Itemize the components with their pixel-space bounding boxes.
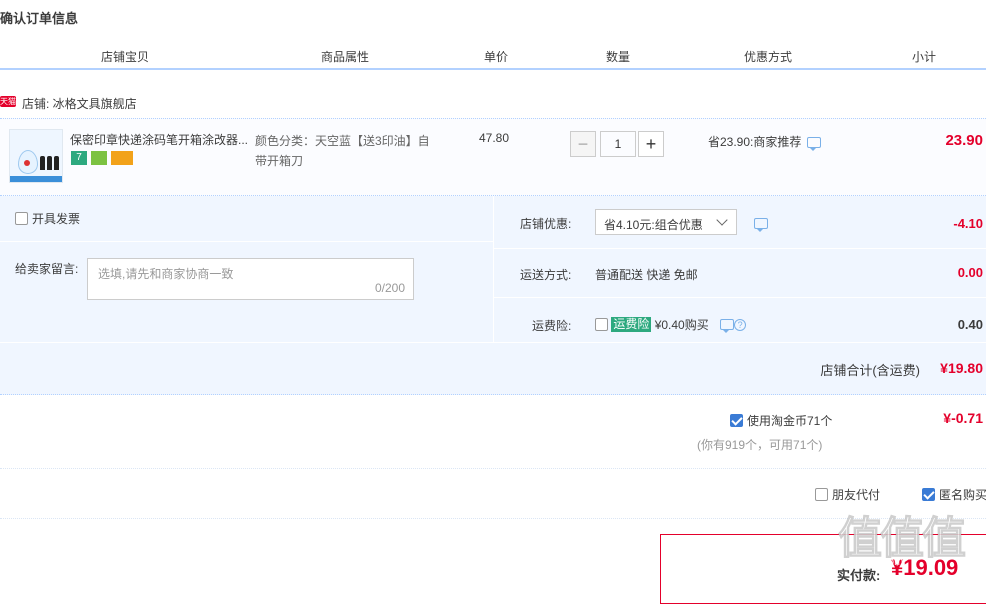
col-subtotal: 小计 bbox=[911, 50, 936, 64]
invoice-checkbox[interactable] bbox=[15, 212, 28, 225]
item-subtotal: 23.90 bbox=[945, 132, 983, 149]
order-item-row: 保密印章快递涂码笔开箱涂改器... 7 颜色分类：天空蓝【送3印油】自 带开箱刀… bbox=[0, 118, 986, 196]
taojinbi-value: ¥-0.71 bbox=[943, 410, 983, 426]
anonymous-checkbox[interactable] bbox=[922, 488, 935, 501]
attribute-line: 颜色分类：天空蓝【送3印油】自 bbox=[255, 134, 430, 148]
taojinbi-note: (你有919个，可用71个) bbox=[697, 438, 823, 452]
chat-bubble-icon[interactable] bbox=[807, 137, 822, 152]
divider bbox=[0, 468, 986, 470]
payment-label: 实付款: bbox=[837, 568, 881, 583]
tmall-badge-icon: 天猫 bbox=[0, 96, 16, 107]
friend-pay-label: 朋友代付 bbox=[832, 488, 881, 502]
column-header-row: 店铺宝贝 商品属性 单价 数量 优惠方式 小计 bbox=[0, 44, 986, 70]
insurance-price: ¥0.40购买 bbox=[654, 318, 709, 332]
shop-discount-value: -4.10 bbox=[953, 216, 983, 231]
promo-text: 省23.90:商家推荐 bbox=[708, 135, 802, 149]
col-attributes: 商品属性 bbox=[320, 50, 369, 64]
chat-bubble-icon[interactable] bbox=[754, 218, 768, 232]
friend-pay-checkbox[interactable] bbox=[815, 488, 828, 501]
help-icon[interactable]: ? bbox=[734, 318, 747, 331]
insurance-label: 运费险: bbox=[532, 319, 572, 333]
col-quantity: 数量 bbox=[605, 50, 630, 64]
col-discount: 优惠方式 bbox=[743, 50, 792, 64]
seller-memo-textarea[interactable]: 选填,请先和商家协商一致 0/200 bbox=[87, 258, 414, 300]
chat-bubble-icon[interactable] bbox=[720, 319, 735, 333]
memo-label: 给卖家留言: bbox=[15, 262, 79, 276]
memo-placeholder: 选填,请先和商家协商一致 bbox=[98, 267, 234, 281]
order-options-panel: 开具发票 给卖家留言: 选填,请先和商家协商一致 0/200 店铺优惠: 省4.… bbox=[0, 196, 986, 395]
shipping-label: 运送方式: bbox=[520, 268, 572, 282]
shipping-fee: 0.00 bbox=[957, 265, 983, 280]
unit-price: 47.80 bbox=[479, 131, 510, 145]
memo-char-count: 0/200 bbox=[374, 281, 405, 295]
shipping-method: 普通配送 快递 免邮 bbox=[595, 268, 698, 282]
quantity-increase-button[interactable]: + bbox=[638, 131, 664, 157]
taojinbi-label: 使用淘金币71个 bbox=[747, 414, 833, 428]
quantity-input[interactable]: 1 bbox=[600, 131, 636, 157]
anonymous-label: 匿名购买 bbox=[939, 488, 986, 502]
quantity-decrease-button[interactable]: − bbox=[570, 131, 596, 157]
invoice-label: 开具发票 bbox=[32, 212, 81, 226]
product-attributes: 颜色分类：天空蓝【送3印油】自 带开箱刀 bbox=[255, 131, 445, 171]
product-title-link[interactable]: 保密印章快递涂码笔开箱涂改器... bbox=[70, 131, 250, 148]
col-unit-price: 单价 bbox=[483, 50, 508, 64]
divider bbox=[0, 518, 986, 520]
payment-summary: 实付款: ¥19.09 bbox=[660, 534, 986, 604]
seven-day-return-icon: 7 bbox=[71, 151, 87, 165]
payment-total: ¥19.09 bbox=[891, 555, 959, 580]
insurance-checkbox[interactable] bbox=[595, 318, 608, 331]
insurance-badge: 运费险 bbox=[611, 317, 652, 332]
shop-discount-label: 店铺优惠: bbox=[520, 217, 572, 231]
shop-total-label: 店铺合计(含运费) bbox=[820, 363, 920, 378]
shop-name-link[interactable]: 店铺: 冰格文具旗舰店 bbox=[22, 95, 137, 112]
invoice-option[interactable]: 开具发票 bbox=[15, 210, 80, 227]
chevron-down-icon bbox=[716, 214, 728, 226]
shop-discount-select[interactable]: 省4.10元:组合优惠 bbox=[595, 209, 737, 235]
shop-discount-selected: 省4.10元:组合优惠 bbox=[604, 218, 703, 232]
taojinbi-option[interactable]: 使用淘金币71个 bbox=[730, 412, 832, 429]
friend-pay-option[interactable]: 朋友代付 bbox=[815, 486, 880, 503]
insurance-value: 0.40 bbox=[957, 317, 983, 332]
anonymous-option[interactable]: 匿名购买 bbox=[922, 486, 986, 503]
insurance-option[interactable]: 运费险 ¥0.40购买 ? bbox=[595, 316, 747, 333]
col-shop-item: 店铺宝贝 bbox=[100, 50, 149, 64]
card-payment-icon bbox=[111, 151, 133, 165]
attribute-line: 带开箱刀 bbox=[255, 154, 304, 168]
item-promo: 省23.90:商家推荐 bbox=[708, 133, 822, 152]
page-title: 确认订单信息 bbox=[0, 11, 79, 26]
guarantee-icon bbox=[91, 151, 107, 165]
product-thumbnail[interactable] bbox=[9, 129, 63, 183]
shop-total-value: ¥19.80 bbox=[940, 360, 983, 376]
taojinbi-checkbox[interactable] bbox=[730, 414, 743, 427]
